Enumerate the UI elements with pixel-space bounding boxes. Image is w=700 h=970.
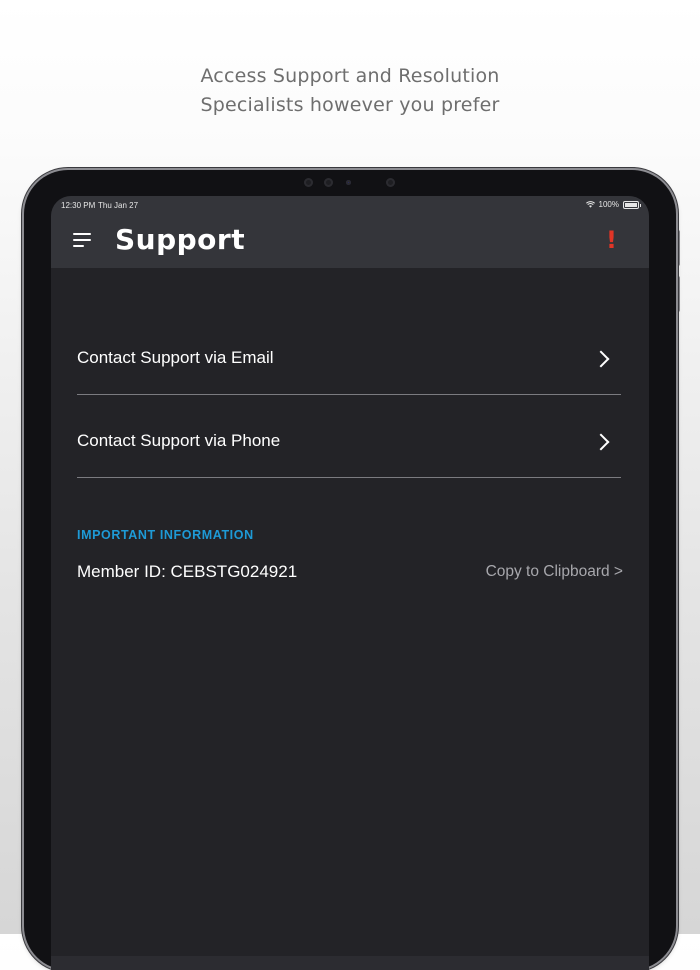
caption-line-2: Specialists however you prefer [200,94,500,116]
page-title: Support [115,223,246,256]
status-right-group: 100% [585,200,641,209]
battery-icon [623,200,641,209]
status-date: Thu Jan 27 [98,201,139,210]
device-volume-down-button [676,276,680,312]
copy-to-clipboard-link[interactable]: Copy to Clipboard > [486,563,623,581]
marketing-caption: Access Support and Resolution Specialist… [0,62,700,120]
app-screen: 12:30 PM Thu Jan 27 100% Support ! Conta [51,196,649,970]
caption-line-1: Access Support and Resolution [200,65,500,87]
top-navigation-bar: Support ! [51,214,649,268]
contact-email-label: Contact Support via Email [77,348,274,367]
contact-phone-label: Contact Support via Phone [77,431,281,450]
contact-email-row[interactable]: Contact Support via Email [77,330,621,395]
sensor-icon [304,178,313,187]
device-volume-up-button [676,230,680,266]
wifi-icon [585,201,595,208]
contact-phone-row[interactable]: Contact Support via Phone [77,413,621,478]
bottom-bar [51,956,649,970]
status-time: 12:30 PM [61,201,96,210]
exclamation-alert-icon[interactable]: ! [606,226,617,254]
member-id-text: Member ID: CEBSTG024921 [77,562,298,581]
tablet-device-frame: 12:30 PM Thu Jan 27 100% Support ! Conta [24,170,676,970]
support-content: Contact Support via Email Contact Suppor… [51,268,649,970]
sensor-icon [324,178,333,187]
camera-icon [346,180,351,185]
status-bar: 12:30 PM Thu Jan 27 100% [51,196,649,214]
chevron-right-icon [592,433,610,451]
important-information-heading: IMPORTANT INFORMATION [77,528,254,542]
battery-percentage: 100% [598,200,619,209]
chevron-right-icon [592,350,610,368]
hamburger-menu-icon[interactable] [73,233,93,249]
sensor-icon [386,178,395,187]
